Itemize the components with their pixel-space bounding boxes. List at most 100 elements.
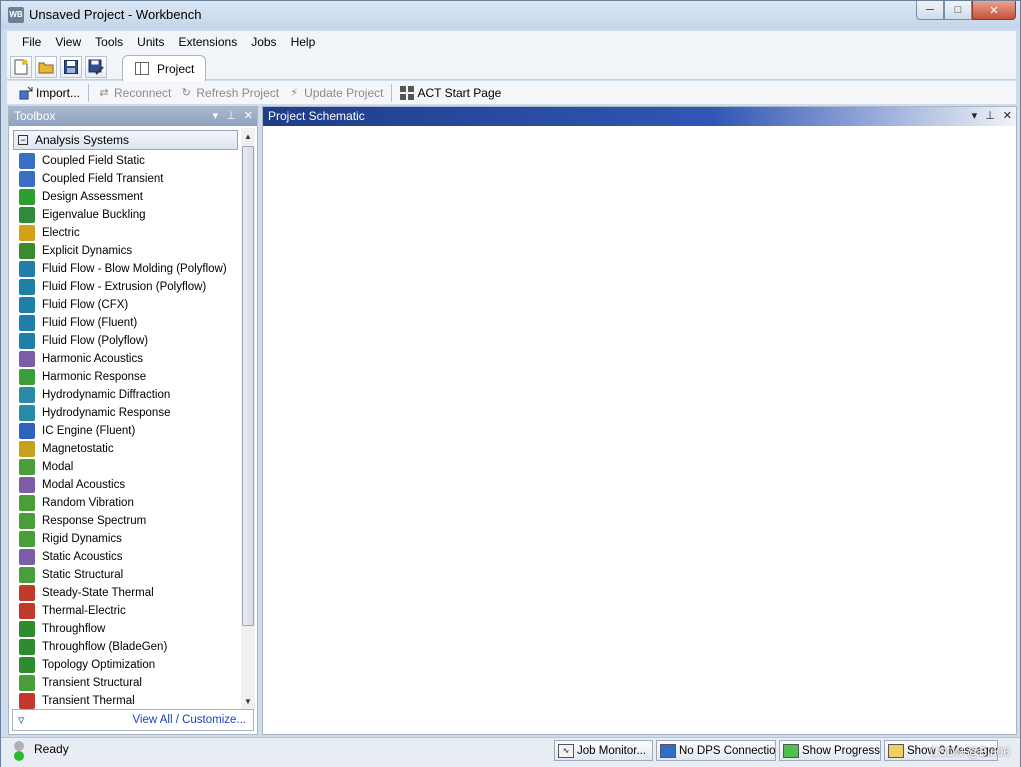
toolbox-item[interactable]: Fluid Flow - Extrusion (Polyflow) xyxy=(9,278,241,296)
toolbox-item[interactable]: Magnetostatic xyxy=(9,440,241,458)
toolbox-item[interactable]: Eigenvalue Buckling xyxy=(9,206,241,224)
menu-units[interactable]: Units xyxy=(130,33,171,51)
pin-icon[interactable]: ⊥ xyxy=(985,107,995,126)
toolbox-item[interactable]: Hydrodynamic Response xyxy=(9,404,241,422)
toolbox-scrollbar[interactable]: ▲ ▼ xyxy=(241,128,255,711)
toolbox-item[interactable]: Modal xyxy=(9,458,241,476)
toolbox-item[interactable]: Random Vibration xyxy=(9,494,241,512)
toolbox-item[interactable]: Thermal-Electric xyxy=(9,602,241,620)
show-progress-button[interactable]: Show Progress xyxy=(779,740,881,761)
toolbox-item[interactable]: Modal Acoustics xyxy=(9,476,241,494)
toolbox-item[interactable]: Hydrodynamic Diffraction xyxy=(9,386,241,404)
toolbox-item[interactable]: Fluid Flow (Polyflow) xyxy=(9,332,241,350)
scroll-down-icon[interactable]: ▼ xyxy=(241,695,255,709)
tab-project[interactable]: Project xyxy=(122,55,206,81)
dps-connection-button[interactable]: No DPS Connection xyxy=(656,740,776,761)
open-button[interactable] xyxy=(35,56,57,78)
toolbox-item[interactable]: Steady-State Thermal xyxy=(9,584,241,602)
toolbox-item[interactable]: Topology Optimization xyxy=(9,656,241,674)
toolbox-item[interactable]: Explicit Dynamics xyxy=(9,242,241,260)
status-bar: Ready ∿ Job Monitor... No DPS Connection… xyxy=(1,737,1020,767)
menu-extensions[interactable]: Extensions xyxy=(172,33,245,51)
toolbox-item-label: Topology Optimization xyxy=(42,659,156,671)
save-as-button[interactable] xyxy=(85,56,107,78)
toolbox-item-label: Throughflow xyxy=(42,623,106,635)
toolbox-item[interactable]: Coupled Field Static xyxy=(9,152,241,170)
coupled-field-icon xyxy=(19,153,35,169)
toolbox-item-label: Transient Thermal xyxy=(42,695,135,707)
toolbox-item[interactable]: Response Spectrum xyxy=(9,512,241,530)
maximize-icon: □ xyxy=(954,4,962,16)
toolbox-header: Toolbox ▾ ⊥ ✕ xyxy=(9,107,257,126)
toolbox-item-label: Fluid Flow - Extrusion (Polyflow) xyxy=(42,281,207,293)
collapse-icon[interactable]: − xyxy=(18,135,28,145)
title-bar[interactable]: WB Unsaved Project - Workbench ─ □ ✕ xyxy=(1,1,1020,29)
electric-icon xyxy=(19,225,35,241)
panel-menu-icon[interactable]: ▾ xyxy=(213,107,219,126)
toolbox-item[interactable]: Fluid Flow (Fluent) xyxy=(9,314,241,332)
toolbox-item[interactable]: Design Assessment xyxy=(9,188,241,206)
toolbox-item[interactable]: Fluid Flow (CFX) xyxy=(9,296,241,314)
toolbox-item-label: Fluid Flow (CFX) xyxy=(42,299,129,311)
toolbox-item[interactable]: IC Engine (Fluent) xyxy=(9,422,241,440)
job-monitor-icon: ∿ xyxy=(558,743,574,758)
open-icon xyxy=(38,62,54,74)
toolbox-item-label: Rigid Dynamics xyxy=(42,533,122,545)
maximize-button[interactable]: □ xyxy=(944,1,972,20)
menu-jobs[interactable]: Jobs xyxy=(244,33,283,51)
refresh-icon: ↻ xyxy=(181,87,191,99)
toolbox-item[interactable]: Throughflow xyxy=(9,620,241,638)
toolbox-item[interactable]: Harmonic Acoustics xyxy=(9,350,241,368)
update-project-button[interactable]: ⚡ Update Project xyxy=(283,83,387,103)
group-analysis-systems[interactable]: − Analysis Systems xyxy=(13,130,238,150)
act-grid-icon xyxy=(400,85,415,100)
reconnect-button[interactable]: ⇄ Reconnect xyxy=(93,83,175,103)
close-button[interactable]: ✕ xyxy=(972,1,1016,20)
toolbar-separator xyxy=(88,83,90,102)
save-button[interactable] xyxy=(60,56,82,78)
act-start-page-button[interactable]: ACT Start Page xyxy=(396,83,505,103)
toolbox-item[interactable]: Fluid Flow - Blow Molding (Polyflow) xyxy=(9,260,241,278)
toolbox-item-label: Response Spectrum xyxy=(42,515,147,527)
menu-help[interactable]: Help xyxy=(284,33,323,51)
menu-file[interactable]: File xyxy=(15,33,48,51)
toolbox-item[interactable]: Transient Thermal xyxy=(9,692,241,710)
project-schematic-panel[interactable]: Project Schematic ▾ ⊥ ✕ xyxy=(262,106,1017,735)
import-button[interactable]: Import... xyxy=(15,83,84,103)
toolbox-item[interactable]: Static Structural xyxy=(9,566,241,584)
filter-icon[interactable]: ▿ xyxy=(18,712,25,728)
harmonic-icon xyxy=(19,369,35,385)
job-monitor-button[interactable]: ∿ Job Monitor... xyxy=(554,740,653,761)
toolbox-item[interactable]: Harmonic Response xyxy=(9,368,241,386)
structural-icon xyxy=(19,675,35,691)
close-panel-icon[interactable]: ✕ xyxy=(244,107,253,126)
toolbox-item[interactable]: Coupled Field Transient xyxy=(9,170,241,188)
save-icon xyxy=(64,60,78,74)
scroll-up-icon[interactable]: ▲ xyxy=(241,130,255,144)
view-all-customize-link[interactable]: View All / Customize... xyxy=(132,714,246,726)
toolbox-title: Toolbox xyxy=(14,109,56,123)
fluid-icon xyxy=(19,297,35,313)
coupled-field-icon xyxy=(19,171,35,187)
spectrum-icon xyxy=(19,513,35,529)
toolbox-item[interactable]: Rigid Dynamics xyxy=(9,530,241,548)
rigid-icon xyxy=(19,531,35,547)
toolbox-item[interactable]: Static Acoustics xyxy=(9,548,241,566)
refresh-project-button[interactable]: ↻ Refresh Project xyxy=(175,83,283,103)
minimize-button[interactable]: ─ xyxy=(916,1,944,20)
fluid-icon xyxy=(19,261,35,277)
close-panel-icon[interactable]: ✕ xyxy=(1003,107,1012,126)
toolbox-item[interactable]: Throughflow (BladeGen) xyxy=(9,638,241,656)
toolbox-item[interactable]: Electric xyxy=(9,224,241,242)
menu-tools[interactable]: Tools xyxy=(88,33,130,51)
toolbox-item-label: Modal xyxy=(42,461,74,473)
scroll-thumb[interactable] xyxy=(242,146,254,626)
toolbox-item[interactable]: Transient Structural xyxy=(9,674,241,692)
menu-view[interactable]: View xyxy=(48,33,88,51)
new-project-button[interactable] xyxy=(10,56,32,78)
status-light-off xyxy=(14,741,24,751)
toolbox-item-label: Coupled Field Transient xyxy=(42,173,164,185)
modal-icon xyxy=(19,459,35,475)
panel-menu-icon[interactable]: ▾ xyxy=(972,107,978,126)
pin-icon[interactable]: ⊥ xyxy=(226,107,236,126)
